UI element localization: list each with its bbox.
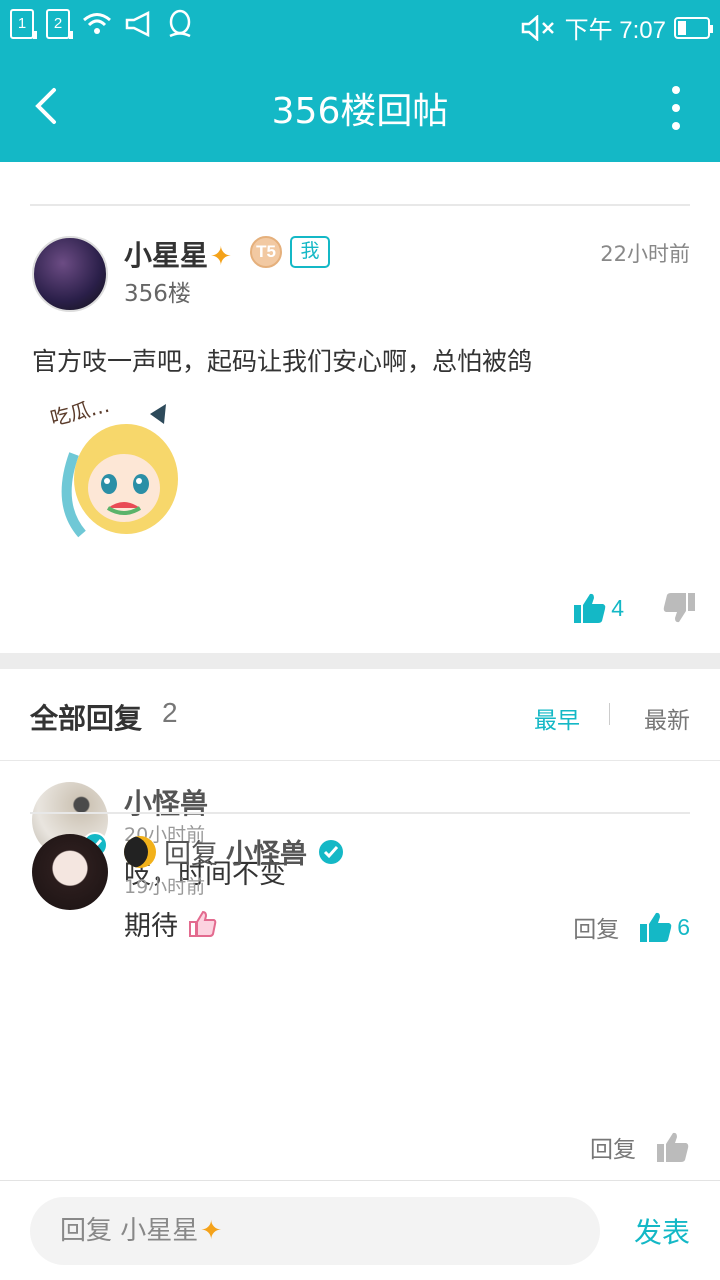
replies-count: 2 <box>162 697 178 728</box>
sort-earliest-tab[interactable]: 最早 <box>534 701 580 735</box>
status-bar: 1 2 下午 7:07 <box>0 0 720 52</box>
author-avatar[interactable] <box>32 236 108 312</box>
sort-latest-tab[interactable]: 最新 <box>644 701 690 735</box>
more-options-icon[interactable] <box>668 86 684 130</box>
reply-word: 回复 <box>164 839 218 870</box>
thumbs-down-icon[interactable] <box>662 592 696 624</box>
sparkle-icon: ✦ <box>210 242 232 272</box>
sparkle-icon: ✦ <box>200 1216 223 1246</box>
megaphone-icon <box>125 11 150 37</box>
me-badge: 我 <box>290 236 330 268</box>
post-time: 22小时前 <box>600 242 690 266</box>
reply-avatar[interactable] <box>32 834 108 910</box>
author-name-text: 小星星 <box>124 239 209 272</box>
thumbs-up-icon[interactable] <box>656 1131 690 1163</box>
wifi-icon <box>83 13 111 34</box>
sticker-caption: 吃瓜… <box>48 393 112 431</box>
reply-actions: 回复 6 <box>573 910 690 944</box>
sort-separator <box>609 703 610 725</box>
reply-author[interactable]: 小怪兽 <box>124 782 208 822</box>
status-time: 下午 7:07 <box>564 17 666 44</box>
reply-text-content: 期待 <box>124 911 178 942</box>
reply-header: 回复 小怪兽 <box>124 832 343 871</box>
app-bar: 356楼回帖 <box>0 52 720 162</box>
submit-button[interactable]: 发表 <box>634 1211 690 1251</box>
post-vote-row: 4 <box>573 592 696 624</box>
reply-input[interactable]: 回复 小星星✦ <box>30 1197 600 1265</box>
reply-actions: 回复 <box>590 1130 690 1164</box>
reply-like[interactable]: 6 <box>639 911 690 943</box>
replies-header: 全部回复 2 最早 最新 <box>0 669 720 761</box>
moon-avatar-icon <box>124 835 156 868</box>
floor-number: 356楼 <box>124 281 191 307</box>
thumbs-up-icon[interactable] <box>639 911 673 943</box>
qq-icon <box>169 9 191 38</box>
reply-like-count: 6 <box>677 913 690 940</box>
reply-button[interactable]: 回复 <box>573 910 619 944</box>
replies-label: 全部回复 <box>30 702 143 735</box>
battery-icon <box>674 16 713 39</box>
reply-time: 19小时前 <box>124 876 206 898</box>
thumbs-up-emoji-icon <box>189 910 217 937</box>
section-divider <box>0 653 720 669</box>
thumbs-up-icon[interactable] <box>573 592 607 624</box>
post-like-count: 4 <box>611 594 624 621</box>
post-text: 官方吱一声吧，起码让我们安心啊，总怕被鸽 <box>32 347 533 376</box>
reply-text: 期待 <box>124 904 218 943</box>
reply-input-placeholder: 回复 小星星 <box>60 1216 199 1246</box>
mute-icon <box>521 14 554 41</box>
author-name[interactable]: 小星星✦ <box>124 234 232 274</box>
reply-target[interactable]: 小怪兽 <box>226 832 307 871</box>
reply-footer: 回复 小星星✦ 发表 <box>0 1180 720 1280</box>
page-title: 356楼回帖 <box>271 91 449 132</box>
reply-button[interactable]: 回复 <box>590 1130 636 1164</box>
sticker-image: 吃瓜… <box>48 393 178 538</box>
level-badge: T5 <box>250 236 282 268</box>
sim1-icon: 1 <box>10 9 37 39</box>
verified-badge-icon <box>319 839 343 864</box>
divider <box>30 812 690 814</box>
sim2-icon: 2 <box>46 9 73 39</box>
divider <box>30 204 690 206</box>
back-icon[interactable] <box>28 84 68 128</box>
